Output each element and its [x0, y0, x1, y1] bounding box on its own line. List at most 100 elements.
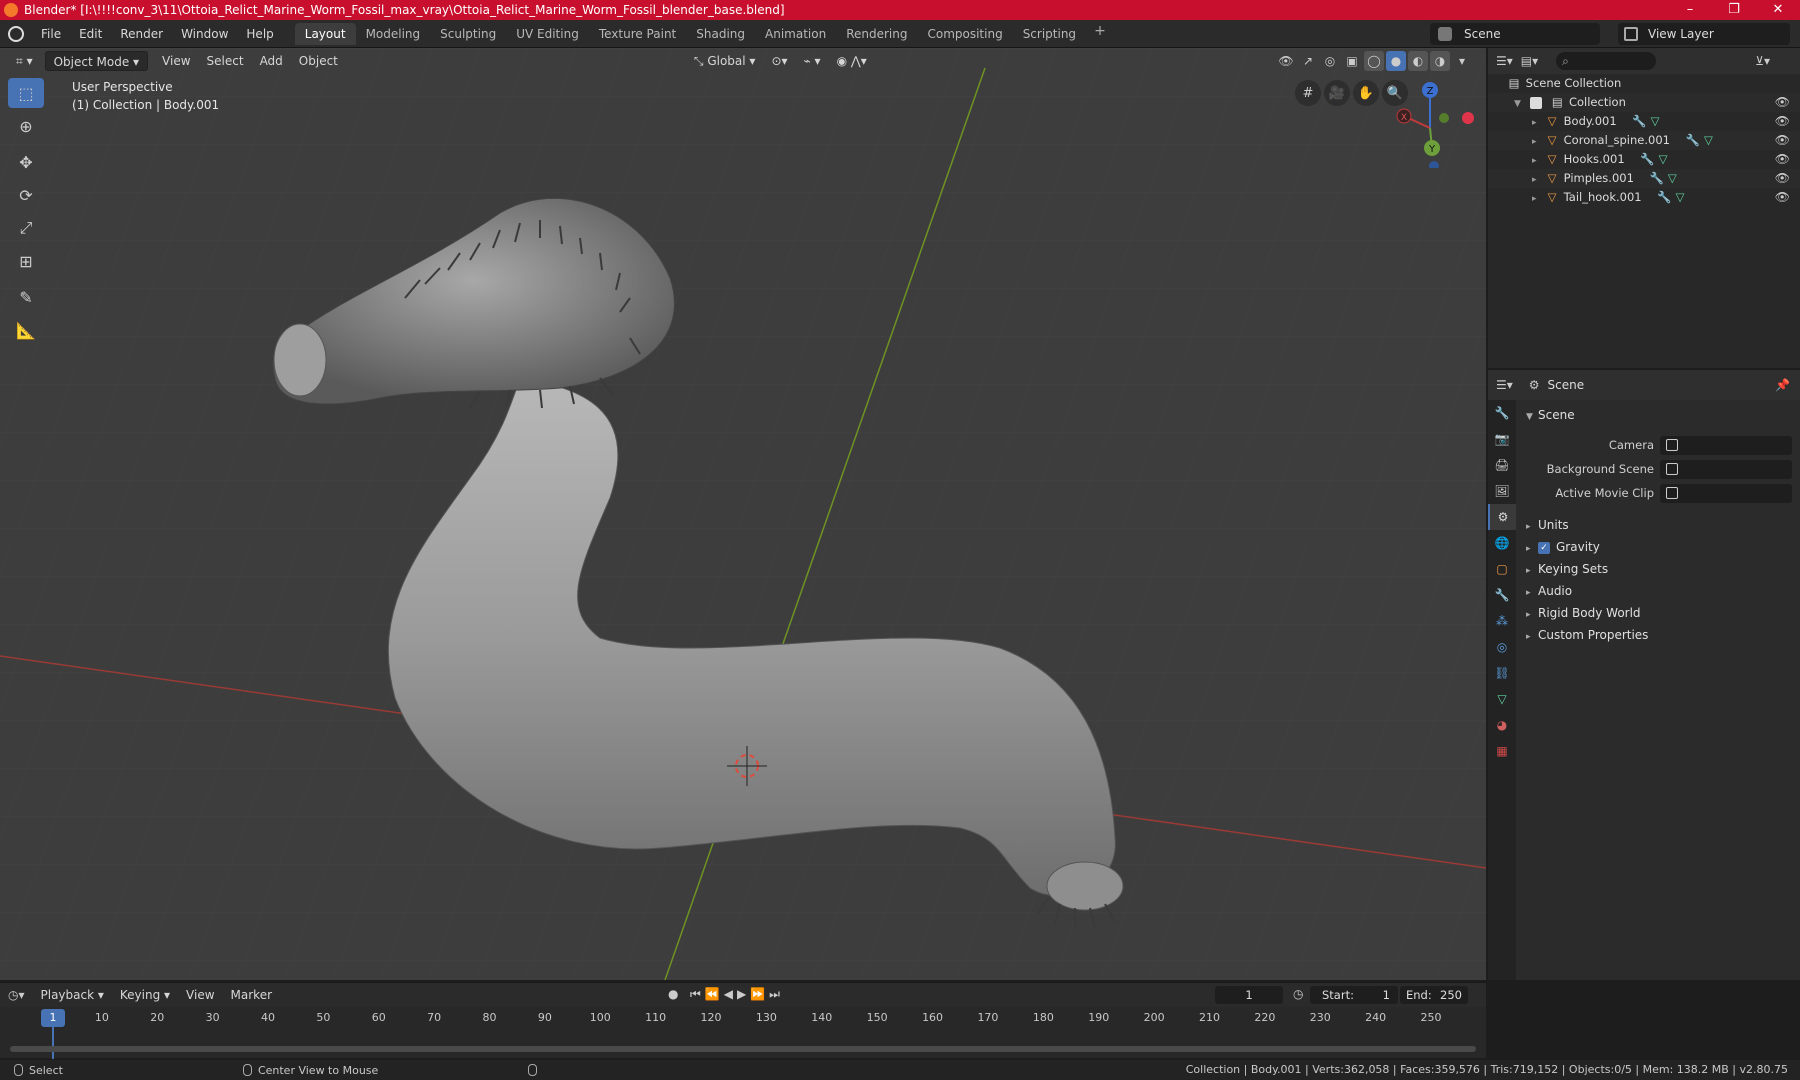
editor-type-button[interactable]: ⌗ ▾ — [8, 51, 41, 71]
tree-object-pimples[interactable]: ▸ ▽ Pimples.001 🔧 ▽ 👁 — [1488, 169, 1800, 188]
pin-icon[interactable]: 📌 — [1775, 378, 1790, 392]
mesh-data-icon[interactable]: ▽ — [1668, 171, 1677, 185]
timeline-scrollbar[interactable] — [10, 1046, 1476, 1052]
rotate-tool-icon[interactable]: ⟳ — [8, 180, 44, 210]
select-menu[interactable]: Select — [199, 51, 252, 71]
object-menu[interactable]: Object — [291, 51, 346, 71]
material-tab-icon[interactable]: ◕ — [1488, 712, 1516, 738]
tab-shading[interactable]: Shading — [686, 23, 755, 45]
end-frame-field[interactable]: End: 250 — [1400, 986, 1468, 1004]
object-visibility-icon[interactable]: 👁 — [1775, 131, 1790, 150]
timeline-view-menu[interactable]: View — [178, 985, 222, 1005]
menu-window[interactable]: Window — [172, 20, 237, 48]
tree-object-coronal-spine[interactable]: ▸ ▽ Coronal_spine.001 🔧 ▽ 👁 — [1488, 131, 1800, 150]
add-menu[interactable]: Add — [252, 51, 291, 71]
object-visibility-icon[interactable]: 👁 — [1775, 112, 1790, 131]
constraints-tab-icon[interactable]: ⛓ — [1488, 660, 1516, 686]
active-movie-clip-field[interactable] — [1660, 484, 1792, 503]
proportional-editing-icon[interactable]: ◉ ⋀▾ — [829, 51, 875, 71]
menu-file[interactable]: File — [32, 20, 70, 48]
menu-render[interactable]: Render — [111, 20, 172, 48]
tab-layout[interactable]: Layout — [294, 22, 356, 45]
blender-menu-icon[interactable] — [8, 25, 24, 42]
outliner-search-input[interactable] — [1556, 52, 1657, 70]
select-box-tool-icon[interactable]: ⬚ — [8, 78, 44, 108]
modifier-icon[interactable]: 🔧 — [1657, 190, 1671, 204]
properties-editor-type-icon[interactable]: ☰▾ — [1496, 378, 1513, 392]
clock-icon[interactable]: ◷ — [1293, 987, 1303, 1001]
timeline-editor-type-icon[interactable]: ◷▾ — [8, 988, 25, 1002]
collection-visibility-icon[interactable]: 👁 — [1775, 93, 1790, 112]
playhead[interactable] — [52, 1027, 54, 1059]
tab-modeling[interactable]: Modeling — [356, 23, 431, 45]
menu-edit[interactable]: Edit — [70, 20, 111, 48]
object-data-tab-icon[interactable]: ▽ — [1488, 686, 1516, 712]
view-menu[interactable]: View — [154, 51, 198, 71]
collection-checkbox[interactable] — [1529, 96, 1542, 109]
rendered-shading-icon[interactable]: ◑ — [1430, 51, 1450, 71]
mesh-data-icon[interactable]: ▽ — [1704, 133, 1713, 147]
expand-icon[interactable]: ▸ — [1532, 190, 1544, 209]
playback-controls[interactable]: ⏮⏪◀▶⏩⏭ — [690, 987, 784, 1002]
tab-animation[interactable]: Animation — [755, 23, 836, 45]
keying-sets-section[interactable]: ▸ Keying Sets — [1518, 558, 1800, 580]
units-section[interactable]: ▸ Units — [1518, 514, 1800, 536]
mode-dropdown[interactable]: Object Mode ▾ — [44, 51, 149, 71]
audio-section[interactable]: ▸ Audio — [1518, 580, 1800, 602]
add-workspace-button[interactable]: + — [1086, 23, 1114, 45]
tree-object-tail-hook[interactable]: ▸ ▽ Tail_hook.001 🔧 ▽ 👁 — [1488, 188, 1800, 207]
filter-icon[interactable]: ⊻▾ — [1755, 54, 1770, 68]
scale-tool-icon[interactable]: ⤢ — [8, 213, 44, 243]
view-layer-tab-icon[interactable]: 🖼 — [1488, 478, 1516, 504]
particles-tab-icon[interactable]: ⁂ — [1488, 608, 1516, 634]
start-frame-field[interactable]: Start: 1 — [1310, 986, 1398, 1004]
modifier-icon[interactable]: 🔧 — [1640, 152, 1654, 166]
physics-tab-icon[interactable]: ◎ — [1488, 634, 1516, 660]
maximize-button[interactable]: ❐ — [1712, 0, 1756, 20]
pan-view-icon[interactable]: ✋ — [1353, 80, 1379, 106]
minimize-button[interactable]: – — [1668, 0, 1712, 20]
tab-scripting[interactable]: Scripting — [1013, 23, 1086, 45]
3d-viewport[interactable]: ⌗ ▾ Object Mode ▾ View Select Add Object… — [0, 48, 1486, 980]
solid-shading-icon[interactable]: ● — [1386, 51, 1406, 71]
tab-compositing[interactable]: Compositing — [917, 23, 1012, 45]
wireframe-shading-icon[interactable]: ◯ — [1364, 51, 1384, 71]
scene-selector[interactable]: Scene — [1430, 23, 1600, 45]
transform-tool-icon[interactable]: ⊞ — [8, 246, 44, 276]
object-visibility-icon[interactable]: 👁 — [1775, 150, 1790, 169]
current-frame-indicator[interactable]: 1 — [41, 1009, 65, 1027]
tab-rendering[interactable]: Rendering — [836, 23, 917, 45]
gravity-checkbox[interactable]: ✓ — [1538, 541, 1550, 554]
playback-menu[interactable]: Playback ▾ — [33, 985, 112, 1005]
tab-sculpting[interactable]: Sculpting — [430, 23, 506, 45]
object-visibility-icon[interactable]: 👁 — [1775, 169, 1790, 188]
tree-collection[interactable]: ▼ ▤ Collection 👁 — [1488, 93, 1800, 112]
marker-menu[interactable]: Marker — [223, 985, 280, 1005]
modifier-icon[interactable]: 🔧 — [1650, 171, 1664, 185]
modifier-icon[interactable]: 🔧 — [1632, 114, 1646, 128]
cursor-tool-icon[interactable]: ⊕ — [8, 111, 44, 141]
transform-orientation-dropdown[interactable]: ⤡ Global ▾ — [686, 51, 764, 71]
material-shading-icon[interactable]: ◐ — [1408, 51, 1428, 71]
gizmo-toggle-icon[interactable]: ↗ — [1298, 51, 1318, 71]
pivot-point-icon[interactable]: ⊙▾ — [763, 51, 795, 71]
mesh-data-icon[interactable]: ▽ — [1651, 114, 1660, 128]
texture-tab-icon[interactable]: ▦ — [1488, 738, 1516, 764]
menu-help[interactable]: Help — [237, 20, 282, 48]
tab-uv-editing[interactable]: UV Editing — [506, 23, 589, 45]
visibility-icon[interactable]: 👁 — [1276, 51, 1296, 71]
scene-tab-icon[interactable]: ⚙ — [1488, 504, 1516, 530]
object-tab-icon[interactable]: ▢ — [1488, 556, 1516, 582]
view-layer-selector[interactable]: View Layer — [1618, 23, 1790, 45]
mesh-data-icon[interactable]: ▽ — [1659, 152, 1668, 166]
keying-menu[interactable]: Keying ▾ — [112, 985, 178, 1005]
tree-scene-collection[interactable]: ▤ Scene Collection — [1488, 74, 1800, 93]
tree-object-body[interactable]: ▸ ▽ Body.001 🔧 ▽ 👁 — [1488, 112, 1800, 131]
shading-options-icon[interactable]: ▾ — [1452, 51, 1472, 71]
xray-icon[interactable]: ▣ — [1342, 51, 1362, 71]
world-tab-icon[interactable]: 🌐 — [1488, 530, 1516, 556]
tool-tab-icon[interactable]: 🔧 — [1488, 400, 1516, 426]
annotate-tool-icon[interactable]: ✎ — [8, 282, 44, 312]
navigation-gizmo[interactable]: Z X Y — [1390, 78, 1480, 168]
tree-object-hooks[interactable]: ▸ ▽ Hooks.001 🔧 ▽ 👁 — [1488, 150, 1800, 169]
